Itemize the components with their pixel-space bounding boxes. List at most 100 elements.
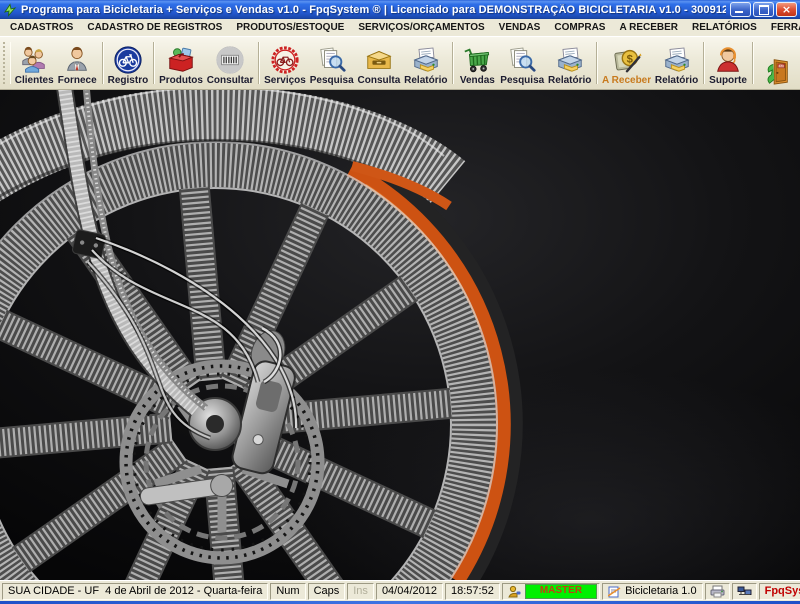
toolbar-button-relatorio-servicos[interactable]: Relatório	[402, 38, 449, 88]
status-user: MASTER	[502, 583, 600, 600]
toolbar-button-produtos[interactable]: Produtos	[157, 38, 205, 88]
status-time: 18:57:52	[445, 583, 500, 600]
app-name-text: Bicicletaria 1.0	[625, 585, 697, 597]
toolbar-button-label: Vendas	[460, 75, 495, 86]
minimize-icon	[735, 11, 743, 13]
printer-icon	[662, 45, 692, 75]
printer-icon	[555, 45, 585, 75]
toolbar-button-label: A Receber	[602, 75, 651, 86]
caps-lock-label: Caps	[314, 585, 340, 597]
network-status-icon	[737, 585, 752, 598]
status-num-lock: Num	[270, 583, 305, 600]
titlebar: Programa para Bicicletaria + Serviços e …	[0, 0, 800, 19]
service-gear-icon	[270, 45, 300, 75]
money-receivable-icon: $	[612, 45, 642, 75]
close-button[interactable]: ×	[776, 2, 797, 17]
toolbar-button-registro[interactable]: Registro	[106, 38, 151, 88]
toolbar-button-label: Produtos	[159, 75, 203, 86]
status-app-name: Bicicletaria 1.0	[602, 583, 703, 600]
status-date: 04/04/2012	[376, 583, 443, 600]
toolbar-button-label: Pesquisa	[500, 75, 544, 86]
restore-button[interactable]	[753, 2, 774, 17]
bike-badge-icon	[113, 45, 143, 75]
toolbar-button-relatorio-vendas[interactable]: Relatório	[546, 38, 593, 88]
status-insert-mode: Ins	[347, 583, 374, 600]
toolbar-button-label: Serviços	[264, 75, 306, 86]
menu-relatorios[interactable]: RELATÓRIOS	[685, 22, 764, 33]
toolbar-button-clientes[interactable]: Clientes	[13, 38, 56, 88]
search-docs-icon	[317, 45, 347, 75]
toolbox-icon	[166, 45, 196, 75]
toolbar-button-consultar[interactable]: Consultar	[205, 38, 255, 88]
menu-cadastro-de-registros[interactable]: CADASTRO DE REGISTROS	[80, 22, 229, 33]
toolbar-separator	[703, 42, 704, 84]
menu-compras[interactable]: COMPRAS	[547, 22, 612, 33]
menu-a-receber[interactable]: A RECEBER	[612, 22, 685, 33]
menu-servicos-orcamentos[interactable]: SERVIÇOS/ORÇAMENTOS	[351, 22, 491, 33]
toolbar-button-suporte[interactable]: Suporte	[707, 38, 749, 88]
toolbar-button-label: Clientes	[15, 75, 54, 86]
svg-text:EXIT: EXIT	[778, 64, 785, 68]
toolbar: Clientes Fornece Registro	[0, 37, 800, 90]
toolbar-button-sair[interactable]: EXIT	[756, 38, 798, 88]
toolbar-button-relatorio-receber[interactable]: Relatório	[653, 38, 700, 88]
toolbar-button-a-receber[interactable]: $ A Receber	[600, 38, 653, 88]
toolbar-separator	[153, 42, 154, 84]
toolbar-separator	[258, 42, 259, 84]
toolbar-button-servicos[interactable]: Serviços	[262, 38, 308, 88]
toolbar-separator	[452, 42, 453, 84]
toolbar-button-label: Consulta	[358, 75, 401, 86]
printer-icon	[411, 45, 441, 75]
toolbar-button-label: Relatório	[404, 75, 447, 86]
toolbar-button-pesquisa-servicos[interactable]: Pesquisa	[308, 38, 356, 88]
brand-text: FpqSystem	[765, 585, 800, 597]
status-caps-lock: Caps	[308, 583, 346, 600]
toolbar-button-consulta-servicos[interactable]: Consulta	[356, 38, 403, 88]
toolbar-button-vendas[interactable]: Vendas	[456, 38, 498, 88]
main-canvas-bicycle-photo	[0, 90, 800, 580]
toolbar-button-label: Suporte	[709, 75, 747, 86]
toolbar-separator	[752, 42, 753, 84]
logged-user-badge: MASTER	[525, 584, 597, 599]
barcode-badge-icon	[215, 45, 245, 75]
restore-icon	[759, 5, 769, 15]
shopping-cart-icon	[462, 45, 492, 75]
insert-label: Ins	[353, 585, 368, 597]
toolbar-button-label: Pesquisa	[310, 75, 354, 86]
search-docs-icon	[507, 45, 537, 75]
toolbar-button-pesquisa-vendas[interactable]: Pesquisa	[498, 38, 546, 88]
menu-ferramentas[interactable]: FERRAMENTAS	[764, 22, 800, 33]
status-brand: FpqSystem	[759, 583, 800, 600]
close-icon: ×	[782, 4, 791, 15]
status-location-text: SUA CIDADE - UF 4 de Abril de 2012 - Qua…	[8, 585, 262, 597]
file-drawer-icon	[364, 45, 394, 75]
people-group-icon	[19, 45, 49, 75]
menu-produtos-estoque[interactable]: PRODUTOS/ESTOQUE	[229, 22, 351, 33]
toolbar-button-label: Consultar	[207, 75, 254, 86]
app-window: Programa para Bicicletaria + Serviços e …	[0, 0, 800, 600]
statusbar: SUA CIDADE - UF 4 de Abril de 2012 - Qua…	[0, 580, 800, 601]
toolbar-button-label: Relatório	[548, 75, 591, 86]
date-text: 04/04/2012	[382, 585, 437, 597]
printer-status-icon	[710, 585, 725, 598]
toolbar-separator	[596, 42, 597, 84]
app-logo-icon	[3, 3, 17, 17]
window-title: Programa para Bicicletaria + Serviços e …	[21, 4, 726, 16]
toolbar-button-fornecedores[interactable]: Fornece	[56, 38, 99, 88]
minimize-button[interactable]	[730, 2, 751, 17]
menubar: CADASTROS CADASTRO DE REGISTROS PRODUTOS…	[0, 19, 800, 37]
menu-vendas[interactable]: VENDAS	[492, 22, 548, 33]
status-network[interactable]	[732, 583, 757, 600]
status-location-date: SUA CIDADE - UF 4 de Abril de 2012 - Qua…	[2, 583, 268, 600]
toolbar-separator	[102, 42, 103, 84]
menu-cadastros[interactable]: CADASTROS	[3, 22, 80, 33]
toolbar-button-label: Fornece	[58, 75, 97, 86]
bicycle-wheel-illustration	[0, 90, 800, 580]
app-note-icon	[608, 585, 621, 598]
toolbar-grip	[3, 42, 11, 84]
window-controls: ×	[730, 2, 797, 17]
toolbar-button-label: Relatório	[655, 75, 698, 86]
status-printer[interactable]	[705, 583, 730, 600]
user-key-icon	[508, 585, 521, 598]
num-lock-label: Num	[276, 585, 299, 597]
